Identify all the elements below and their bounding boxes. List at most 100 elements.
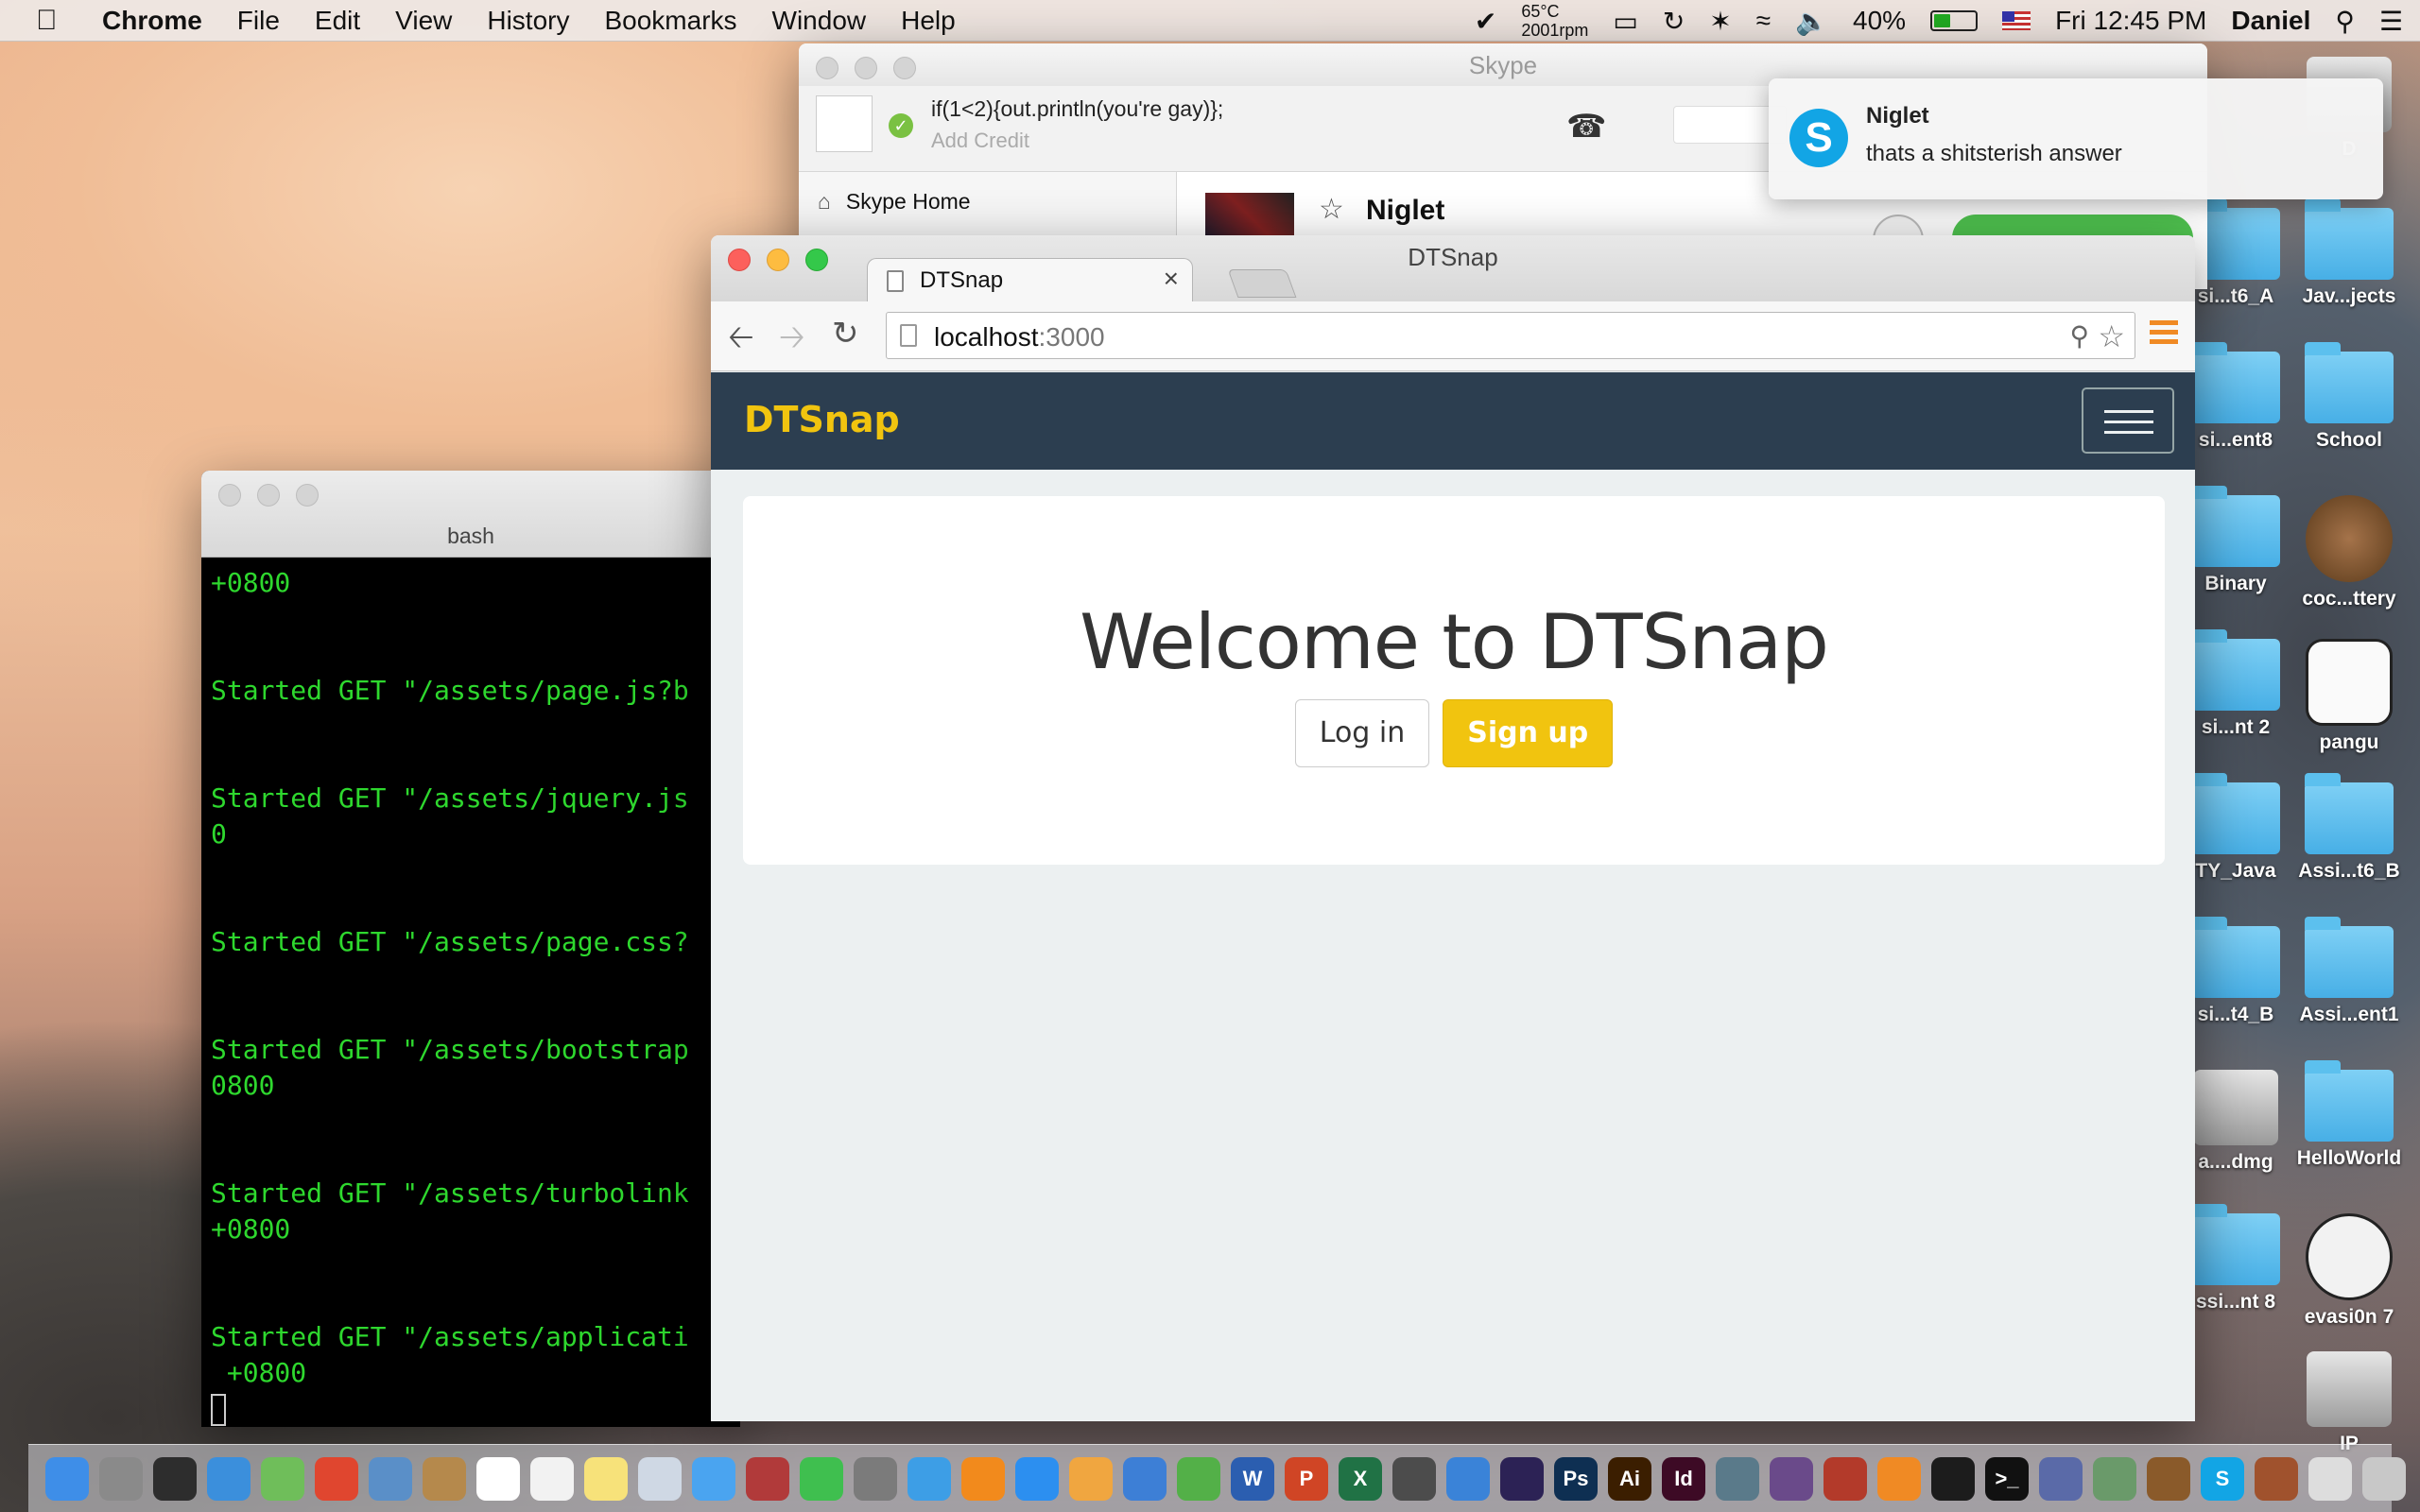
login-button[interactable]: Log in: [1294, 699, 1430, 767]
dock-ibooks-icon[interactable]: [961, 1456, 1005, 1501]
spotlight-search-icon[interactable]: ⚲: [2335, 6, 2355, 37]
page-info-icon[interactable]: [900, 324, 917, 347]
close-button[interactable]: [218, 484, 241, 507]
desktop-icon[interactable]: HelloWorld: [2288, 1060, 2411, 1170]
dock-filezilla-icon[interactable]: [1824, 1456, 1867, 1501]
dock-eclipse-icon[interactable]: [1500, 1456, 1544, 1501]
clock[interactable]: Fri 12:45 PM: [2055, 6, 2206, 36]
bookmark-star-icon[interactable]: ☆: [2098, 318, 2125, 354]
time-machine-icon[interactable]: ↻: [1663, 6, 1685, 37]
user-name[interactable]: Daniel: [2231, 6, 2310, 36]
avatar[interactable]: [816, 95, 873, 152]
dock-sublime-text-icon[interactable]: [1392, 1456, 1436, 1501]
dock-archive-icon[interactable]: [2255, 1456, 2298, 1501]
notification-center-icon[interactable]: ☰: [2379, 6, 2403, 37]
dock-illustrator-icon[interactable]: Ai: [1608, 1456, 1651, 1501]
dial-pad-icon[interactable]: ☎: [1566, 108, 1606, 146]
dock-photo-app-icon[interactable]: [638, 1456, 682, 1501]
dock-numbers-icon[interactable]: [1177, 1456, 1220, 1501]
dock-reminders-icon[interactable]: [530, 1456, 574, 1501]
fan-monitor[interactable]: 65°C 2001rpm: [1521, 2, 1588, 40]
skype-home-link[interactable]: ⌂ Skype Home: [818, 189, 971, 215]
dock-app-store-icon[interactable]: [1015, 1456, 1059, 1501]
dock-safari-icon[interactable]: [207, 1456, 251, 1501]
bluetooth-icon[interactable]: ✶: [1709, 6, 1731, 37]
dock-indesign-icon[interactable]: Id: [1662, 1456, 1705, 1501]
desktop-icon[interactable]: Jav...jects: [2288, 198, 2411, 308]
volume-icon[interactable]: 🔈: [1795, 6, 1828, 37]
dock-xcode-icon[interactable]: [1446, 1456, 1490, 1501]
dock-terminal-2-icon[interactable]: [1877, 1456, 1921, 1501]
dock-screen-app-icon[interactable]: [1770, 1456, 1813, 1501]
desktop-icon[interactable]: pangu: [2288, 639, 2411, 754]
terminal-output[interactable]: +0800 Started GET "/assets/page.js?b Start…: [201, 558, 740, 1427]
dock-chrome-app-icon[interactable]: [1716, 1456, 1759, 1501]
dock-launchpad-icon[interactable]: [99, 1456, 143, 1501]
zoom-icon[interactable]: ⚲: [2069, 320, 2089, 352]
desktop-icon[interactable]: Assi...ent1: [2288, 917, 2411, 1026]
desktop-icon[interactable]: evasi0n 7: [2288, 1213, 2411, 1329]
dock-pages-icon[interactable]: [1069, 1456, 1113, 1501]
menu-window[interactable]: Window: [772, 6, 867, 36]
address-bar[interactable]: localhost:3000 ⚲ ☆: [886, 312, 2135, 359]
dock-trash-icon[interactable]: [2362, 1456, 2406, 1501]
menu-app-chrome[interactable]: Chrome: [102, 6, 202, 36]
dock-photoshop-icon[interactable]: Ps: [1554, 1456, 1598, 1501]
us-flag-input-icon[interactable]: [2002, 11, 2031, 30]
reload-icon[interactable]: ↻: [832, 315, 859, 352]
site-brand-link[interactable]: DTSnap: [744, 399, 900, 440]
dock-mission-control-icon[interactable]: [153, 1456, 197, 1501]
dock-notes-icon[interactable]: [584, 1456, 628, 1501]
dock-system-preferences-icon[interactable]: [854, 1456, 897, 1501]
dock-itunes-icon[interactable]: [908, 1456, 951, 1501]
dock-word-icon[interactable]: W: [1231, 1456, 1274, 1501]
zoom-button[interactable]: [296, 484, 319, 507]
dock-terminal-icon[interactable]: >_: [1985, 1456, 2029, 1501]
dock-powerpoint-icon[interactable]: P: [1285, 1456, 1328, 1501]
new-tab-button[interactable]: [1227, 269, 1297, 298]
forward-arrow-icon[interactable]: 🡢: [779, 315, 805, 369]
signup-button[interactable]: Sign up: [1443, 699, 1614, 767]
favorite-star-icon[interactable]: ☆: [1319, 193, 1344, 226]
wifi-icon[interactable]: ≈: [1756, 6, 1771, 36]
menu-edit[interactable]: Edit: [315, 6, 360, 36]
minimize-button[interactable]: [257, 484, 280, 507]
airplay-icon[interactable]: ▭: [1613, 6, 1637, 37]
mood-message[interactable]: if(1<2){out.println(you're gay)};: [931, 96, 1223, 122]
desktop-icon[interactable]: School: [2288, 342, 2411, 452]
menu-view[interactable]: View: [395, 6, 452, 36]
dock-coconut-battery-icon[interactable]: [2147, 1456, 2190, 1501]
desktop-icon[interactable]: coc...ttery: [2288, 495, 2411, 610]
dock-chrome-icon[interactable]: [315, 1456, 358, 1501]
chrome-menu-icon[interactable]: [2150, 320, 2178, 349]
skype-notification[interactable]: S Niglet thats a shitsterish answer: [1769, 78, 2383, 199]
contact-avatar[interactable]: [1205, 193, 1294, 240]
online-status-icon[interactable]: ✓: [889, 113, 913, 138]
battery-percentage[interactable]: 40%: [1853, 6, 1906, 36]
dock-display-app-icon[interactable]: [2039, 1456, 2083, 1501]
dock-excel-icon[interactable]: X: [1339, 1456, 1382, 1501]
dock-calendar-icon[interactable]: [476, 1456, 520, 1501]
dock-keynote-icon[interactable]: [1123, 1456, 1167, 1501]
dock-activity-monitor-icon[interactable]: [1931, 1456, 1975, 1501]
dock-contacts-icon[interactable]: [423, 1456, 466, 1501]
menu-history[interactable]: History: [487, 6, 569, 36]
apple-menu-icon[interactable]: : [36, 5, 74, 37]
add-credit-link[interactable]: Add Credit: [931, 129, 1029, 153]
dock-simulator-icon[interactable]: [2093, 1456, 2136, 1501]
navbar-toggle-button[interactable]: [2082, 387, 2174, 454]
menu-file[interactable]: File: [237, 6, 280, 36]
dock-skype-icon[interactable]: S: [2201, 1456, 2244, 1501]
desktop-icon[interactable]: IP: [2288, 1351, 2411, 1455]
desktop-icon[interactable]: Assi...t6_B: [2288, 773, 2411, 883]
dock-documents-icon[interactable]: [2308, 1456, 2352, 1501]
battery-icon[interactable]: [1930, 10, 1979, 31]
back-arrow-icon[interactable]: 🡠: [728, 315, 754, 369]
tab-dtsnap[interactable]: DTSnap ×: [867, 258, 1193, 303]
check-circle-icon[interactable]: ✔: [1475, 6, 1496, 37]
menu-bookmarks[interactable]: Bookmarks: [604, 6, 736, 36]
dock-preview-icon[interactable]: [369, 1456, 412, 1501]
dock-facetime-icon[interactable]: [800, 1456, 843, 1501]
url-text[interactable]: localhost:3000: [934, 322, 1105, 352]
menu-help[interactable]: Help: [901, 6, 956, 36]
